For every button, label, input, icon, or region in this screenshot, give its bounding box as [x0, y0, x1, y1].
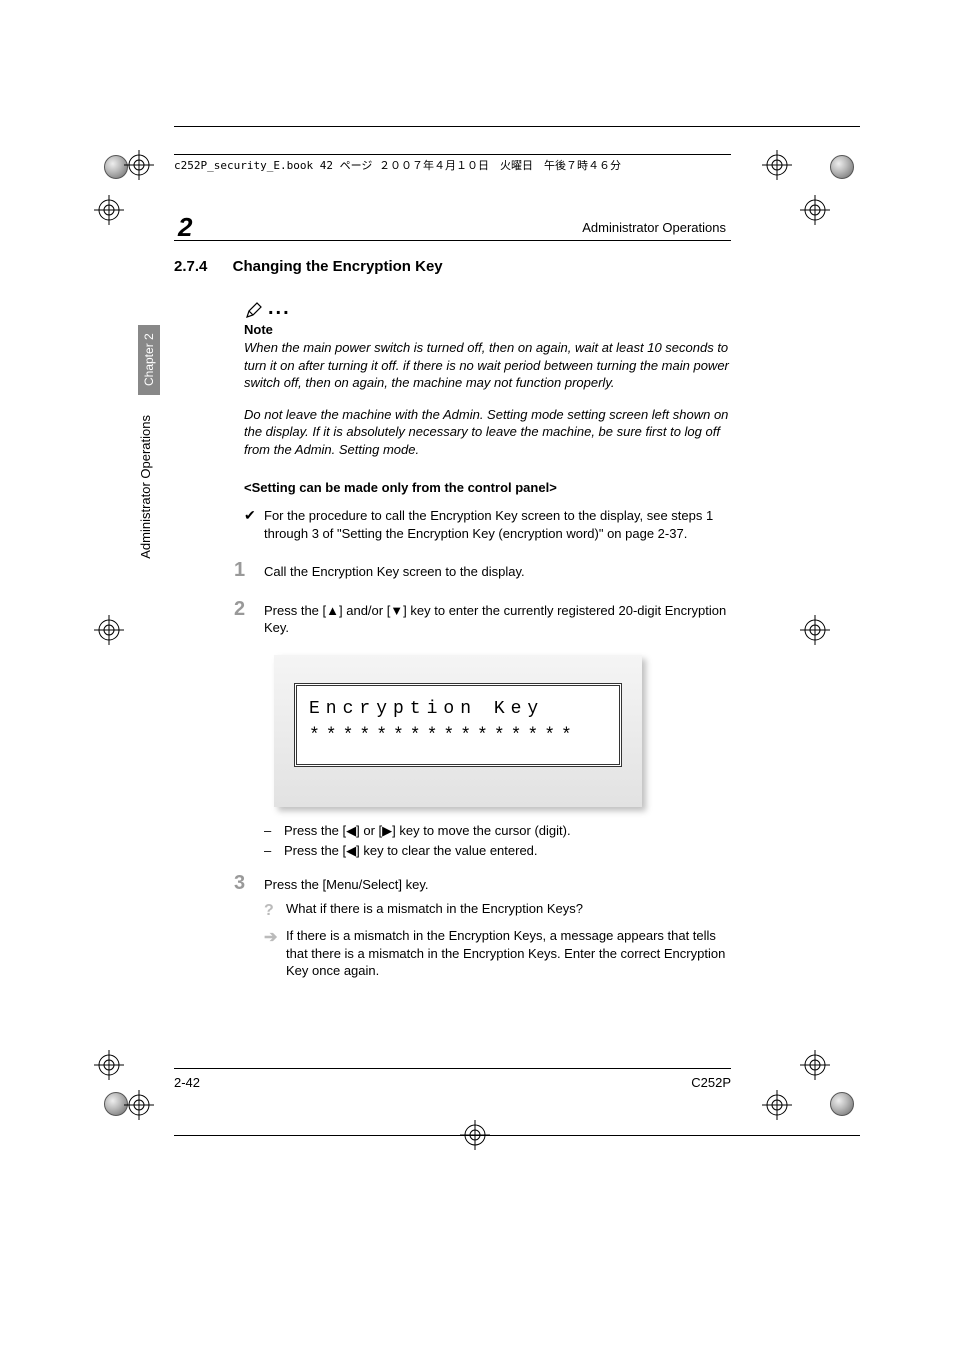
note-paragraph: When the main power switch is turned off…: [244, 339, 731, 392]
step-text: Call the Encryption Key screen to the di…: [264, 560, 525, 581]
chapter-number: 2: [178, 212, 192, 243]
side-section-label: Administrator Operations: [138, 415, 153, 559]
step-text: Press the [▲] and/or [▼] key to enter th…: [264, 599, 731, 637]
sub-step: – Press the [◀] key to clear the value e…: [264, 843, 731, 859]
setting-subheading: <Setting can be made only from the contr…: [244, 480, 731, 495]
ellipsis-icon: ...: [268, 297, 291, 319]
main-content: 2.7.4 Changing the Encryption Key ... No…: [174, 258, 731, 980]
step-item: 1 Call the Encryption Key screen to the …: [234, 560, 731, 581]
registration-mark-icon: [94, 195, 124, 225]
check-icon: ✔: [244, 507, 264, 542]
lcd-display: Encryption Key ****************: [294, 683, 622, 767]
step-number: 1: [234, 560, 264, 581]
registration-mark-icon: [94, 1050, 124, 1080]
dash-bullet: –: [264, 823, 284, 839]
step-text: Press the [Menu/Select] key.: [264, 873, 429, 894]
note-icon-row: ...: [244, 297, 731, 320]
registration-mark-icon: [124, 1090, 154, 1120]
running-header: Administrator Operations: [582, 220, 726, 235]
header-rule: [174, 240, 731, 241]
step-number: 2: [234, 599, 264, 637]
model-code: C252P: [691, 1075, 731, 1090]
lcd-line: ****************: [309, 726, 578, 746]
section-title: Changing the Encryption Key: [233, 258, 443, 275]
page-footer: 2-42 C252P: [174, 1068, 731, 1090]
source-file-header: c252P_security_E.book 42 ページ ２００７年４月１０日 …: [174, 154, 731, 173]
page-number: 2-42: [174, 1075, 200, 1090]
arrow-right-icon: ➔: [264, 927, 286, 980]
sub-step-text: Press the [◀] key to clear the value ent…: [284, 843, 538, 859]
registration-mark-icon: [124, 150, 154, 180]
lcd-panel: Encryption Key ****************: [274, 655, 642, 807]
note-paragraph: Do not leave the machine with the Admin.…: [244, 406, 731, 459]
note-block: ... Note When the main power switch is t…: [244, 297, 731, 458]
step-item: 3 Press the [Menu/Select] key.: [234, 873, 731, 894]
question-row: ? What if there is a mismatch in the Enc…: [264, 900, 731, 922]
lcd-line: Encryption Key: [309, 699, 544, 719]
prerequisite-item: ✔ For the procedure to call the Encrypti…: [244, 507, 731, 542]
prerequisite-text: For the procedure to call the Encryption…: [264, 507, 731, 542]
step-item: 2 Press the [▲] and/or [▼] key to enter …: [234, 599, 731, 637]
registration-mark-icon: [94, 615, 124, 645]
lcd-screenshot: Encryption Key ****************: [274, 655, 642, 807]
answer-row: ➔ If there is a mismatch in the Encrypti…: [264, 927, 731, 980]
section-heading: 2.7.4 Changing the Encryption Key: [174, 258, 731, 275]
question-text: What if there is a mismatch in the Encry…: [286, 900, 583, 922]
sub-step: – Press the [◀] or [▶] key to move the c…: [264, 823, 731, 839]
question-icon: ?: [264, 900, 286, 922]
step-number: 3: [234, 873, 264, 894]
dash-bullet: –: [264, 843, 284, 859]
answer-text: If there is a mismatch in the Encryption…: [286, 927, 731, 980]
section-number: 2.7.4: [174, 258, 229, 275]
sub-step-text: Press the [◀] or [▶] key to move the cur…: [284, 823, 571, 839]
note-label: Note: [244, 322, 731, 337]
pencil-icon: [244, 300, 264, 320]
chapter-tab: Chapter 2: [138, 325, 160, 395]
